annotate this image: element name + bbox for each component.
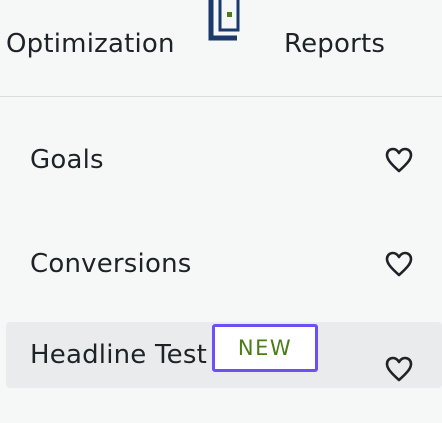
menu-item-label: Headline Test [30,340,207,370]
menu-item-label: Goals [30,145,104,175]
nav-item-reports[interactable]: Reports [284,22,385,66]
menu-item-headline-test[interactable]: Headline Test NEW [6,322,442,388]
menu-item-conversions[interactable]: Conversions [6,233,442,295]
heart-icon[interactable] [385,147,413,173]
new-badge: NEW [212,324,318,372]
heart-icon[interactable] [385,251,413,277]
top-nav: Optimization Reports [0,0,442,97]
menu-item-label: Conversions [30,249,192,279]
nav-item-optimization[interactable]: Optimization [6,22,175,66]
menu-item-goals[interactable]: Goals [6,129,442,191]
drag-handle-icon[interactable] [202,0,250,46]
heart-icon[interactable] [385,356,413,382]
